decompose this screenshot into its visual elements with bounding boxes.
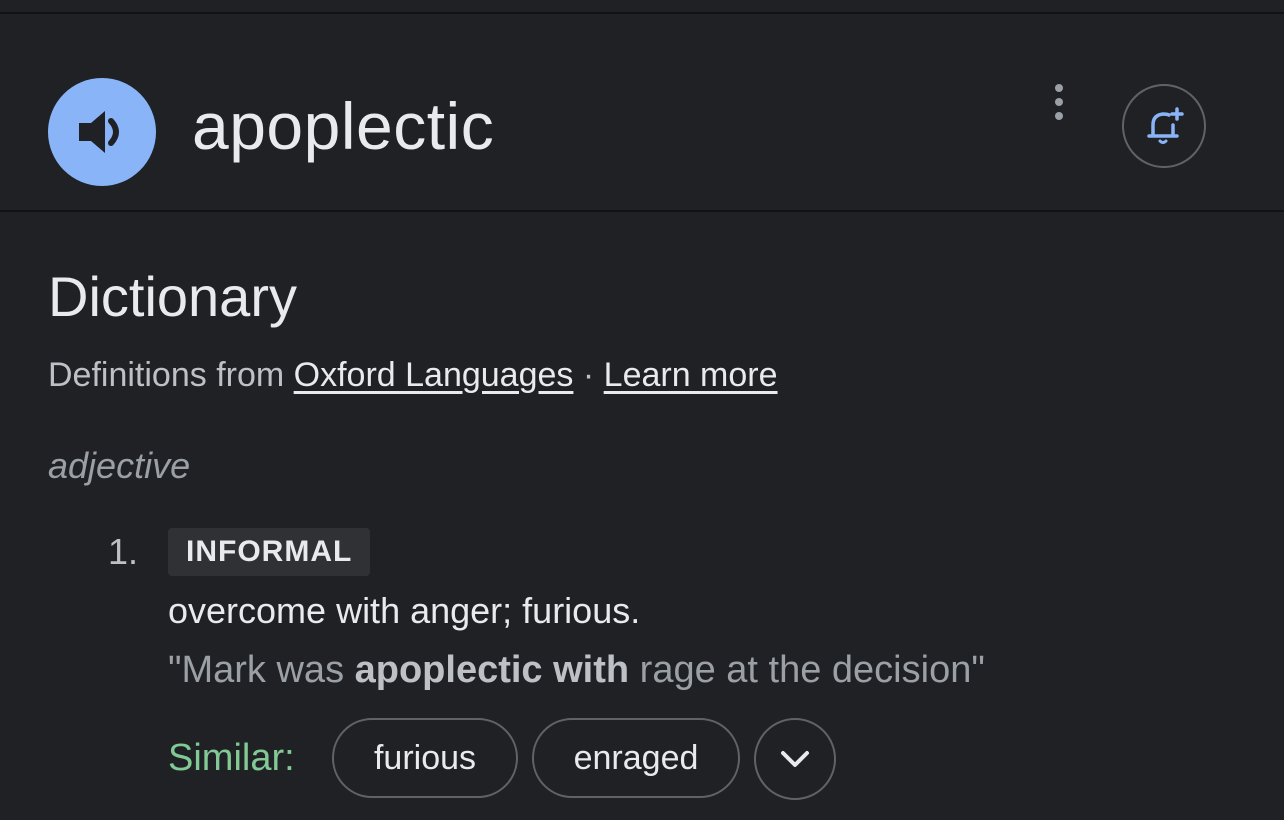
dictionary-title: Dictionary [48,265,297,328]
similar-label: Similar: [168,737,295,779]
similar-word-chip[interactable]: furious [332,718,518,798]
top-strip [0,0,1284,14]
definition-text: overcome with anger; furious. [168,590,641,631]
register-label: INFORMAL [168,528,371,576]
part-of-speech: adjective [48,445,191,486]
header-divider [0,210,1284,212]
oxford-languages-link[interactable]: Oxford Languages [294,356,574,394]
more-options-button[interactable] [1040,80,1078,124]
set-alert-button[interactable] [1122,84,1206,168]
example-rest: rage at the decision" [629,649,985,691]
example-emphasis: apoplectic with [354,649,630,691]
bell-plus-icon [1147,107,1184,144]
more-vert-icon-dot [1055,98,1063,106]
more-vert-icon [1055,84,1063,92]
example-open: "Mark was [168,649,355,691]
word-header: apoplectic [0,14,1284,210]
similar-word-chip[interactable]: enraged [532,718,740,798]
sense-number: 1. [108,531,139,572]
learn-more-link[interactable]: Learn more [604,356,778,394]
headword: apoplectic [192,89,495,163]
expand-similar-button[interactable] [754,718,836,800]
speaker-icon [79,111,119,153]
chevron-down-icon [781,751,809,767]
pronunciation-button[interactable] [48,78,156,186]
source-separator: · [582,356,595,394]
definitions-source: Definitions from Oxford Languages · Lear… [48,354,778,396]
source-prefix: Definitions from [48,356,285,394]
more-vert-icon-dot [1055,112,1063,120]
example-sentence: "Mark was apoplectic with rage at the de… [168,646,985,694]
